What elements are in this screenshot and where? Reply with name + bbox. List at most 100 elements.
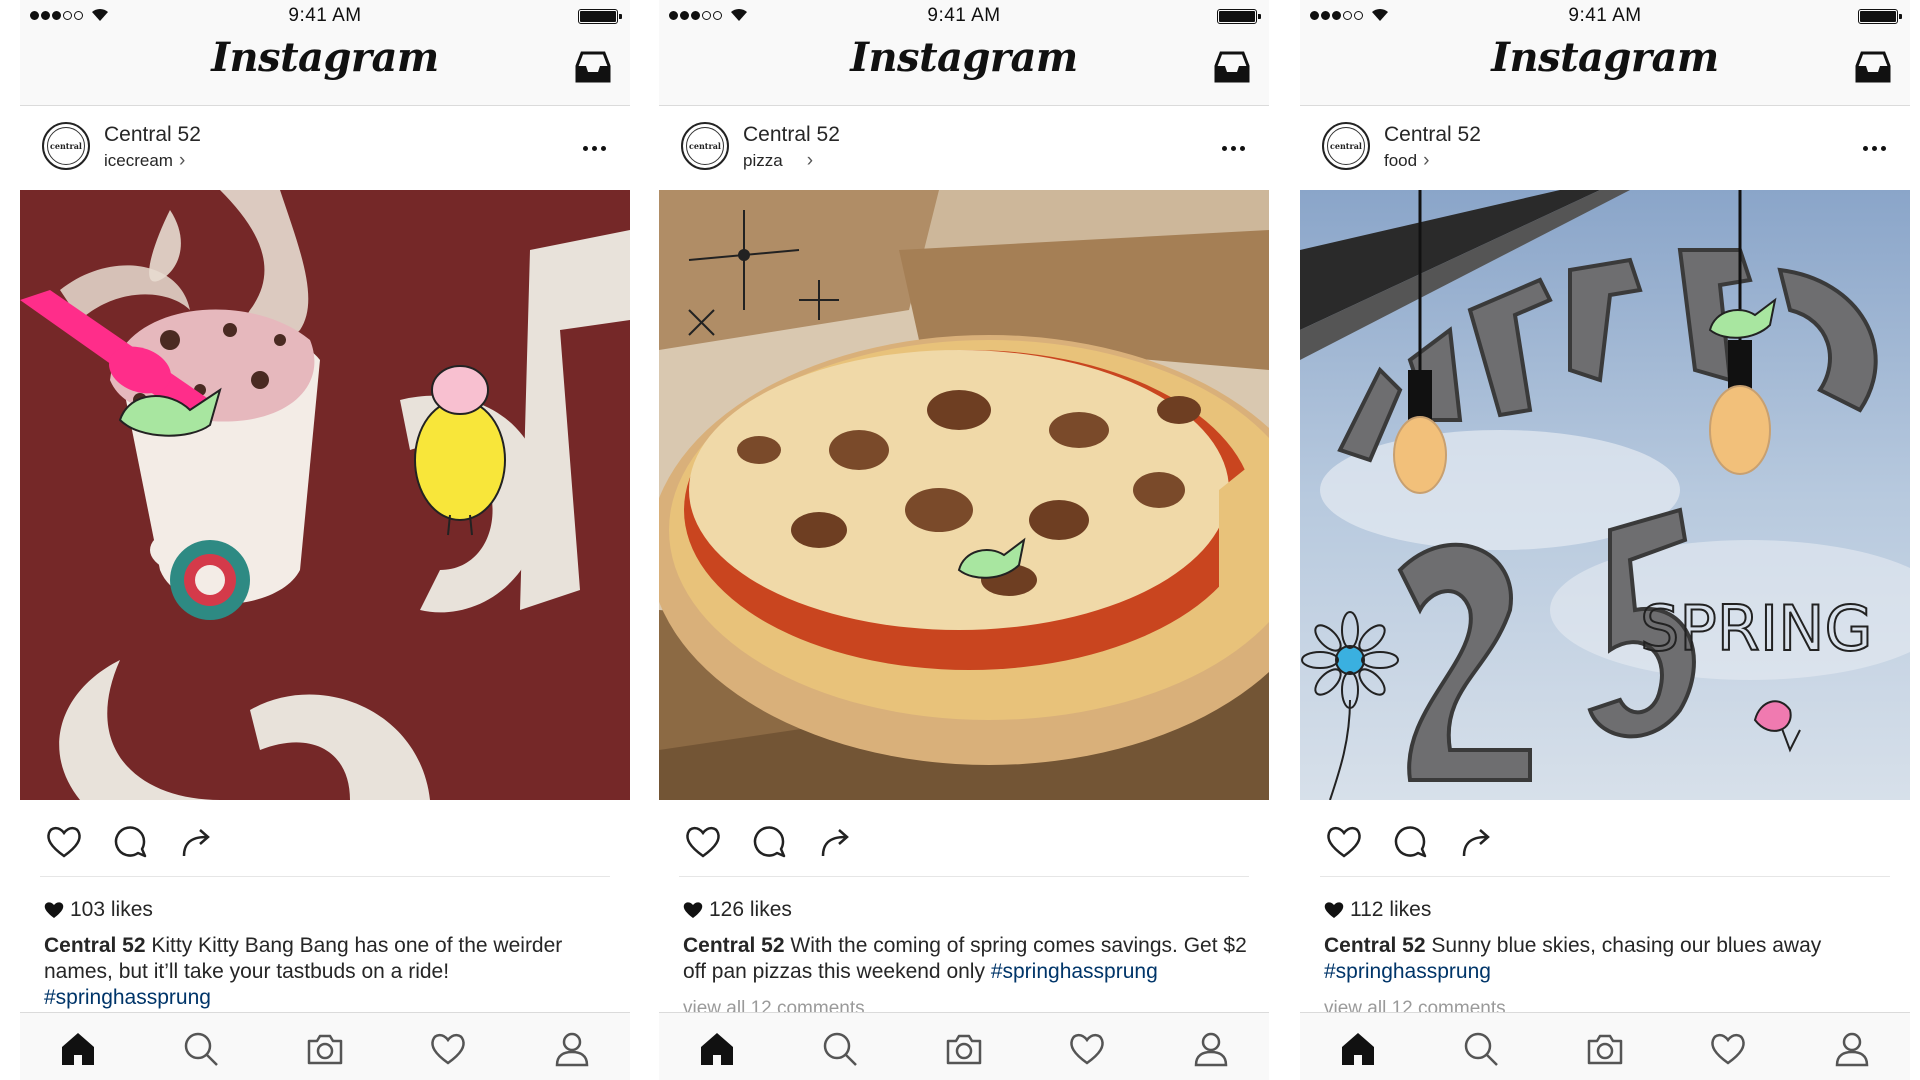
likes-label: 126 likes bbox=[709, 898, 792, 921]
avatar[interactable]: central bbox=[681, 122, 729, 170]
more-icon[interactable] bbox=[1222, 146, 1245, 151]
heart-filled-icon bbox=[683, 902, 703, 918]
more-icon[interactable] bbox=[583, 146, 606, 151]
camera-icon[interactable] bbox=[305, 1029, 345, 1069]
share-icon[interactable] bbox=[815, 822, 855, 862]
spring-doodle-text: SPRING bbox=[1640, 592, 1873, 665]
caption-username[interactable]: Central 52 bbox=[683, 934, 785, 957]
post-actions bbox=[20, 800, 630, 876]
caption-hashtag[interactable]: #springhassprung bbox=[44, 986, 211, 1009]
heart-icon[interactable] bbox=[1324, 822, 1364, 862]
status-bar: 9:41 AM bbox=[1300, 0, 1910, 30]
inbox-icon[interactable] bbox=[574, 50, 612, 84]
post-location-label: food bbox=[1384, 151, 1418, 170]
avatar-logo-text: central bbox=[1327, 127, 1365, 165]
comment-icon[interactable] bbox=[749, 822, 789, 862]
post-username[interactable]: Central 52 bbox=[104, 123, 201, 147]
caption-text: Sunny blue skies, chasing our blues away bbox=[1425, 934, 1822, 957]
app-header: Instagram bbox=[1300, 30, 1910, 106]
chevron-right-icon: › bbox=[806, 150, 814, 171]
instagram-logo: Instagram bbox=[850, 34, 1078, 81]
status-time: 9:41 AM bbox=[927, 5, 1001, 26]
likes-count[interactable]: 112 likes bbox=[1324, 898, 1431, 922]
likes-label: 112 likes bbox=[1350, 898, 1432, 921]
avatar[interactable]: central bbox=[42, 122, 90, 170]
post-caption: Central 52 With the coming of spring com… bbox=[683, 933, 1248, 985]
post-header: central Central 52 pizza › bbox=[659, 106, 1269, 190]
post-header: central Central 52 icecream › bbox=[20, 106, 630, 190]
post-photo-icecream[interactable] bbox=[20, 190, 630, 800]
status-time: 9:41 AM bbox=[1568, 5, 1642, 26]
camera-icon[interactable] bbox=[944, 1029, 984, 1069]
home-icon[interactable] bbox=[697, 1029, 737, 1069]
bottom-tab-bar bbox=[1300, 1012, 1910, 1080]
profile-icon[interactable] bbox=[1832, 1029, 1872, 1069]
caption-username[interactable]: Central 52 bbox=[44, 934, 146, 957]
bottom-tab-bar bbox=[659, 1012, 1269, 1080]
status-bar: 9:41 AM bbox=[659, 0, 1269, 30]
post-actions bbox=[659, 800, 1269, 876]
inbox-icon[interactable] bbox=[1213, 50, 1251, 84]
phone-screen-3: 9:41 AM Instagram central Central 52 foo… bbox=[1300, 0, 1910, 1080]
heart-icon[interactable] bbox=[1067, 1029, 1107, 1069]
app-header: Instagram bbox=[659, 30, 1269, 106]
status-time: 9:41 AM bbox=[288, 5, 362, 26]
search-icon[interactable] bbox=[181, 1029, 221, 1069]
battery-icon bbox=[578, 9, 622, 24]
heart-icon[interactable] bbox=[683, 822, 723, 862]
divider bbox=[40, 876, 610, 877]
post-location-label: pizza bbox=[743, 151, 783, 170]
likes-count[interactable]: 103 likes bbox=[44, 898, 153, 922]
caption-hashtag[interactable]: #springhassprung bbox=[991, 960, 1158, 983]
caption-hashtag[interactable]: #springhassprung bbox=[1324, 960, 1491, 983]
battery-icon bbox=[1217, 9, 1261, 24]
heart-icon[interactable] bbox=[44, 822, 84, 862]
post-location[interactable]: food › bbox=[1384, 150, 1429, 172]
home-icon[interactable] bbox=[1338, 1029, 1378, 1069]
chevron-right-icon: › bbox=[1423, 150, 1430, 171]
heart-filled-icon bbox=[44, 902, 64, 918]
caption-username[interactable]: Central 52 bbox=[1324, 934, 1426, 957]
heart-icon[interactable] bbox=[428, 1029, 468, 1069]
post-caption: Central 52 Kitty Kitty Bang Bang has one… bbox=[44, 933, 609, 1011]
divider bbox=[679, 876, 1249, 877]
post-photo-window[interactable]: SPRING bbox=[1300, 190, 1910, 800]
comment-icon[interactable] bbox=[1390, 822, 1430, 862]
instagram-logo: Instagram bbox=[1491, 34, 1719, 81]
profile-icon[interactable] bbox=[1191, 1029, 1231, 1069]
bottom-tab-bar bbox=[20, 1012, 630, 1080]
share-icon[interactable] bbox=[1456, 822, 1496, 862]
chevron-right-icon: › bbox=[178, 150, 186, 171]
post-actions bbox=[1300, 800, 1910, 876]
app-header: Instagram bbox=[20, 30, 630, 106]
heart-icon[interactable] bbox=[1708, 1029, 1748, 1069]
post-username[interactable]: Central 52 bbox=[1384, 123, 1481, 147]
post-location[interactable]: icecream › bbox=[104, 150, 185, 172]
divider bbox=[1320, 876, 1890, 877]
post-photo-pizza[interactable] bbox=[659, 190, 1269, 800]
likes-label: 103 likes bbox=[70, 898, 153, 921]
post-location-label: icecream bbox=[104, 151, 173, 170]
likes-count[interactable]: 126 likes bbox=[683, 898, 792, 922]
more-icon[interactable] bbox=[1863, 146, 1886, 151]
search-icon[interactable] bbox=[1461, 1029, 1501, 1069]
instagram-logo: Instagram bbox=[211, 34, 439, 81]
phone-screen-1: 9:41 AM Instagram central Central 52 ice… bbox=[20, 0, 630, 1080]
camera-icon[interactable] bbox=[1585, 1029, 1625, 1069]
post-username[interactable]: Central 52 bbox=[743, 123, 840, 147]
search-icon[interactable] bbox=[820, 1029, 860, 1069]
battery-icon bbox=[1858, 9, 1902, 24]
share-icon[interactable] bbox=[176, 822, 216, 862]
post-header: central Central 52 food › bbox=[1300, 106, 1910, 190]
avatar[interactable]: central bbox=[1322, 122, 1370, 170]
inbox-icon[interactable] bbox=[1854, 50, 1892, 84]
phone-screen-2: 9:41 AM Instagram central Central 52 piz… bbox=[659, 0, 1269, 1080]
post-caption: Central 52 Sunny blue skies, chasing our… bbox=[1324, 933, 1889, 985]
avatar-logo-text: central bbox=[47, 127, 85, 165]
heart-filled-icon bbox=[1324, 902, 1344, 918]
home-icon[interactable] bbox=[58, 1029, 98, 1069]
comment-icon[interactable] bbox=[110, 822, 150, 862]
post-location[interactable]: pizza › bbox=[743, 150, 813, 172]
avatar-logo-text: central bbox=[686, 127, 724, 165]
profile-icon[interactable] bbox=[552, 1029, 592, 1069]
